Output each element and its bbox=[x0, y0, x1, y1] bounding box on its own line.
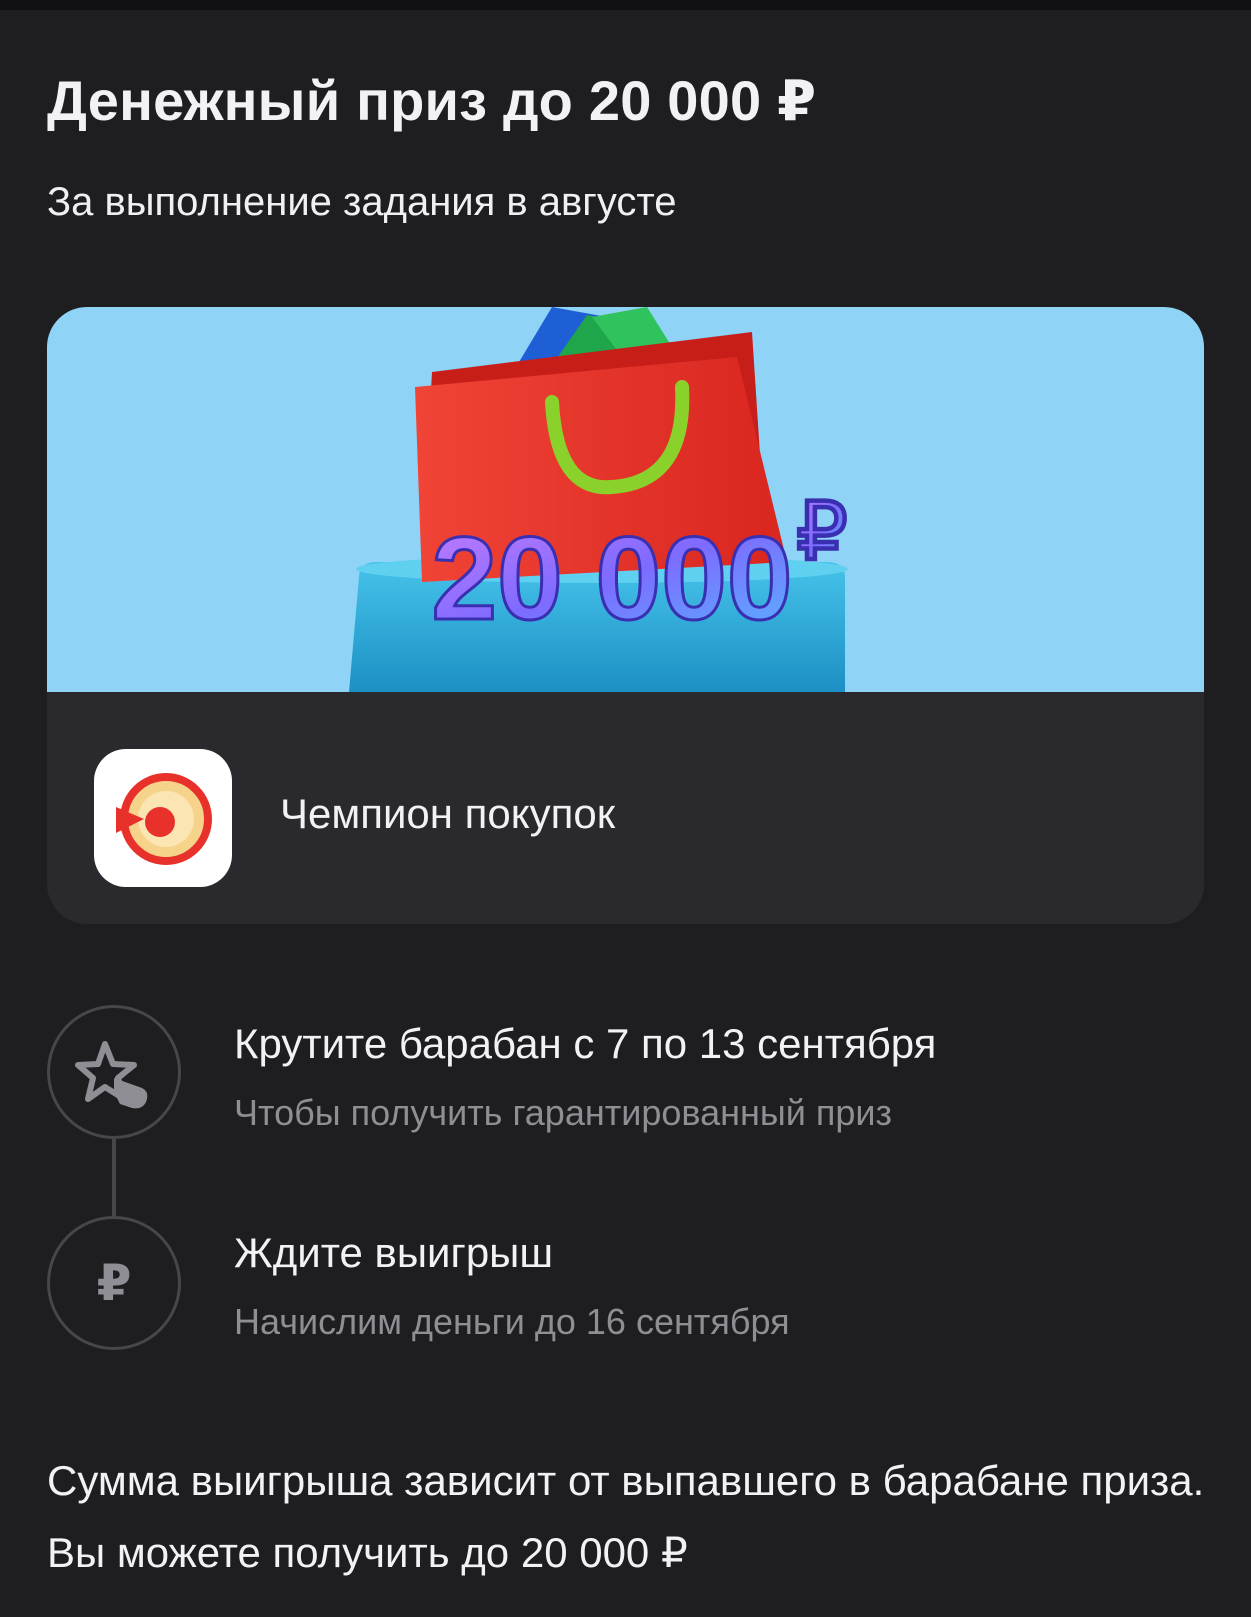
banner-amount: 20 000 bbox=[432, 513, 793, 645]
app-link-row[interactable]: Чемпион покупок bbox=[47, 692, 1204, 924]
page-subtitle: За выполнение задания в августе bbox=[47, 180, 677, 224]
champion-app-icon bbox=[94, 749, 232, 887]
step-2-description: Начислим деньги до 16 сентября bbox=[234, 1301, 790, 1342]
steps-timeline: ₽ Крутите барабан с 7 по 13 сентября Что… bbox=[47, 1005, 1204, 1365]
promo-card[interactable]: 20 000 ₽ Чемпион покупок bbox=[47, 307, 1204, 924]
banner-currency: ₽ bbox=[797, 487, 848, 576]
step-1-description: Чтобы получить гарантированный приз bbox=[234, 1092, 892, 1133]
footer-note: Сумма выигрыша зависит от выпавшего в ба… bbox=[47, 1457, 1205, 1576]
app-name: Чемпион покупок bbox=[280, 790, 616, 837]
star-tap-icon bbox=[75, 1041, 148, 1109]
step-2-badge: ₽ bbox=[47, 1216, 181, 1350]
prize-bag-illustration: 20 000 ₽ bbox=[349, 307, 848, 692]
step-1-title: Крутите барабан с 7 по 13 сентября bbox=[234, 1020, 937, 1067]
page-title: Денежный приз до 20 000 ₽ bbox=[47, 69, 817, 132]
status-bar-strip bbox=[0, 0, 1251, 10]
promo-banner-image: 20 000 ₽ bbox=[47, 307, 1204, 692]
timeline-connector bbox=[112, 1139, 116, 1216]
step-2-title: Ждите выигрыш bbox=[234, 1229, 554, 1276]
ruble-icon: ₽ bbox=[96, 1255, 132, 1311]
step-1-badge bbox=[47, 1005, 181, 1139]
